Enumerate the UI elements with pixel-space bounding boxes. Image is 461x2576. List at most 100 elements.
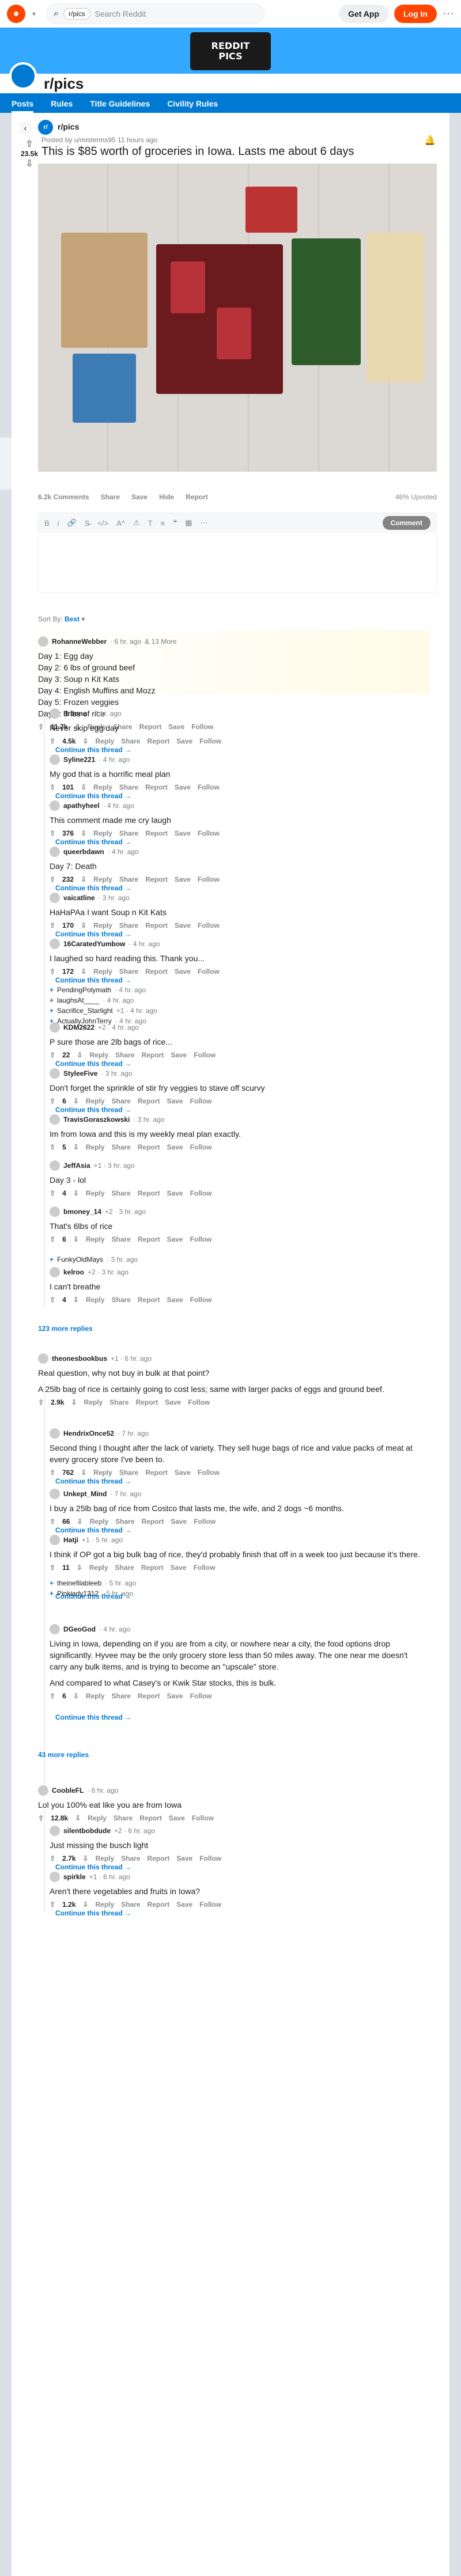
get-app-button[interactable]: Get App: [339, 4, 388, 23]
reply-button[interactable]: Reply: [86, 1692, 105, 1700]
comment-author[interactable]: CoobleFL: [52, 1786, 84, 1795]
reply-button[interactable]: Reply: [93, 1469, 112, 1477]
upvote-icon[interactable]: ⇧: [50, 1517, 55, 1526]
downvote-icon[interactable]: ⇩: [73, 1189, 79, 1197]
report-button[interactable]: Report: [138, 1235, 160, 1243]
upvote-icon[interactable]: ⇧: [50, 1235, 55, 1243]
continue-thread-link[interactable]: Continue this thread →: [55, 838, 131, 846]
downvote-icon[interactable]: ⇩: [75, 1814, 81, 1822]
comment-author[interactable]: JeffAsia: [63, 1162, 90, 1170]
spoiler-icon[interactable]: ⚠: [133, 518, 140, 528]
upvote-icon[interactable]: ⇧: [38, 1398, 44, 1406]
upvote-icon[interactable]: ⇧: [50, 1143, 55, 1151]
thread-line[interactable]: [44, 662, 45, 1307]
reply-button[interactable]: Reply: [86, 1143, 105, 1151]
share-button[interactable]: Share: [112, 1143, 131, 1151]
share-button[interactable]: Share: [112, 1692, 131, 1700]
continue-thread-link[interactable]: Continue this thread →: [55, 1713, 131, 1721]
continue-thread-link[interactable]: Continue this thread →: [55, 1106, 131, 1114]
follow-button[interactable]: Follow: [198, 1469, 220, 1477]
save-button[interactable]: Save: [167, 1189, 183, 1197]
follow-button[interactable]: Follow: [188, 1398, 210, 1406]
reddit-logo-icon[interactable]: ●: [7, 4, 25, 23]
report-button[interactable]: Report: [145, 1469, 168, 1477]
downvote-icon[interactable]: ⇩: [81, 921, 86, 930]
comment-author[interactable]: 16CaratedYumbow: [63, 940, 125, 948]
report-button[interactable]: Report: [139, 1814, 162, 1822]
share-button[interactable]: Share: [112, 1296, 131, 1304]
reply-button[interactable]: Reply: [86, 1097, 105, 1105]
reply-button[interactable]: Reply: [95, 737, 114, 745]
avatar[interactable]: [50, 1114, 60, 1125]
reply-button[interactable]: Reply: [93, 875, 112, 883]
search-community-chip[interactable]: r/pics: [63, 7, 90, 20]
sort-value[interactable]: Best: [65, 615, 80, 623]
follow-button[interactable]: Follow: [198, 921, 220, 930]
upvote-icon[interactable]: ⇧: [21, 138, 38, 150]
expand-icon[interactable]: +: [50, 996, 54, 1004]
follow-button[interactable]: Follow: [198, 829, 220, 837]
save-button[interactable]: Save: [176, 1900, 192, 1909]
avatar[interactable]: [38, 636, 48, 647]
log-in-button[interactable]: Log In: [394, 4, 437, 23]
report-button[interactable]: Report: [145, 783, 168, 791]
downvote-icon[interactable]: ⇩: [77, 1564, 82, 1572]
report-button[interactable]: Report: [145, 921, 168, 930]
comments-button[interactable]: 6.2k Comments: [38, 493, 89, 501]
avatar[interactable]: [50, 1207, 60, 1217]
follow-button[interactable]: Follow: [198, 783, 220, 791]
comment-editor[interactable]: B i 🔗 S̶ </> A^ ⚠ T ≡ ❝ ▦ ⋯ Comment: [38, 513, 437, 593]
reply-button[interactable]: Reply: [93, 921, 112, 930]
avatar[interactable]: [50, 1624, 60, 1634]
report-button[interactable]: Report: [142, 1517, 164, 1526]
upvote-icon[interactable]: ⇧: [50, 1854, 55, 1862]
post-image[interactable]: [38, 164, 437, 472]
reply-button[interactable]: Reply: [93, 783, 112, 791]
share-button[interactable]: Share: [119, 829, 138, 837]
reply-button[interactable]: Reply: [95, 1854, 114, 1862]
comment-author[interactable]: queerbdawn: [63, 848, 104, 856]
comment-author[interactable]: Unkept_Mind: [63, 1490, 107, 1498]
more-menu-icon[interactable]: ⋯: [443, 6, 454, 21]
downvote-icon[interactable]: ⇩: [21, 158, 38, 169]
comment-submit-button[interactable]: Comment: [382, 516, 430, 530]
report-button[interactable]: Report: [186, 493, 208, 501]
downvote-icon[interactable]: ⇩: [82, 737, 88, 745]
expand-icon[interactable]: +: [50, 1255, 54, 1264]
avatar[interactable]: [50, 754, 60, 765]
continue-thread-link[interactable]: Continue this thread →: [55, 1477, 131, 1485]
more-icon[interactable]: ⋯: [201, 518, 208, 528]
hide-button[interactable]: Hide: [159, 493, 174, 501]
downvote-icon[interactable]: ⇩: [73, 1143, 79, 1151]
comment-author[interactable]: spirkle: [63, 1873, 86, 1881]
bold-icon[interactable]: B: [44, 519, 50, 528]
downvote-icon[interactable]: ⇩: [71, 1398, 77, 1406]
avatar[interactable]: [50, 1160, 60, 1171]
reply-button[interactable]: Reply: [93, 829, 112, 837]
comment-author[interactable]: bmoney_14: [63, 1208, 101, 1216]
avatar[interactable]: [50, 893, 60, 903]
share-button[interactable]: Share: [112, 1235, 131, 1243]
follow-button[interactable]: Follow: [194, 1051, 216, 1059]
share-button[interactable]: Share: [115, 1517, 134, 1526]
comment-author[interactable]: vaicatline: [63, 894, 95, 902]
italic-icon[interactable]: i: [58, 519, 59, 528]
report-button[interactable]: Report: [138, 1296, 160, 1304]
avatar[interactable]: [50, 1872, 60, 1882]
comment-author[interactable]: Pinkiady1312: [57, 1589, 99, 1598]
save-button[interactable]: Save: [169, 1814, 185, 1822]
post-subreddit[interactable]: r/pics: [58, 122, 79, 131]
follow-button[interactable]: Follow: [194, 1564, 216, 1572]
report-button[interactable]: Report: [142, 1051, 164, 1059]
downvote-icon[interactable]: ⇩: [81, 1469, 86, 1477]
upvote-icon[interactable]: ⇧: [50, 1051, 55, 1059]
avatar[interactable]: [50, 708, 60, 719]
follow-button[interactable]: Follow: [190, 1235, 212, 1243]
comment-author[interactable]: StyleeFive: [63, 1069, 97, 1078]
share-button[interactable]: Share: [119, 968, 138, 976]
upvote-icon[interactable]: ⇧: [50, 1564, 55, 1572]
save-button[interactable]: Save: [167, 1143, 183, 1151]
downvote-icon[interactable]: ⇩: [81, 875, 86, 883]
search-input[interactable]: Search Reddit: [95, 9, 146, 18]
downvote-icon[interactable]: ⇩: [73, 1296, 79, 1304]
